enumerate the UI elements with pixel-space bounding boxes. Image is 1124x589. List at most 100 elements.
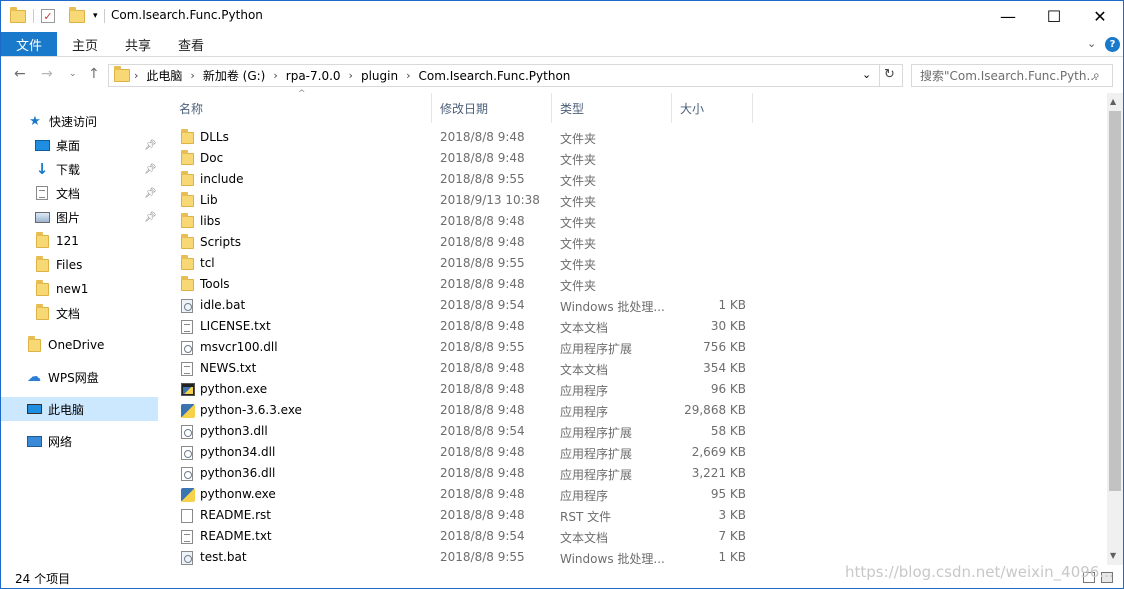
file-row[interactable]: NEWS.txt 2018/8/8 9:48 文本文档 354 KB <box>171 358 871 379</box>
tab-view[interactable]: 查看 <box>178 32 204 56</box>
file-row[interactable]: python-3.6.3.exe 2018/8/8 9:48 应用程序 29,868 … <box>171 400 871 421</box>
scroll-down-icon[interactable]: ▼ <box>1110 551 1116 560</box>
new-folder-icon[interactable] <box>69 6 85 23</box>
forward-icon[interactable]: → <box>41 66 53 82</box>
column-header-date[interactable]: 修改日期 <box>432 93 552 123</box>
file-size: 30 KB <box>710 319 746 333</box>
nav-folder-docs[interactable]: 文档 <box>34 301 80 325</box>
file-row[interactable]: libs 2018/8/8 9:48 文件夹 <box>171 211 871 232</box>
watermark: https://blog.csdn.net/weixin_4096... <box>845 563 1114 581</box>
breadcrumb-drive[interactable]: 新加卷 (G:) <box>199 67 270 84</box>
nav-folder-files[interactable]: Files <box>34 253 82 277</box>
column-header-name[interactable]: 名称 <box>171 93 432 123</box>
breadcrumb-current[interactable]: Com.Isearch.Func.Python <box>414 69 574 83</box>
recent-locations-icon[interactable]: ⌄ <box>69 69 77 79</box>
file-row[interactable]: python36.dll 2018/8/8 9:48 应用程序扩展 3,221 KB <box>171 463 871 484</box>
file-date: 2018/8/8 9:54 <box>440 529 525 543</box>
scroll-thumb[interactable] <box>1109 111 1121 491</box>
up-icon[interactable]: ↑ <box>88 66 100 82</box>
tab-share[interactable]: 共享 <box>125 32 151 56</box>
nav-quick-access[interactable]: ★ 快速访问 <box>27 109 97 133</box>
search-input[interactable]: 搜索"Com.Isearch.Func.Pyth... ⌕ <box>911 64 1113 87</box>
column-header-type[interactable]: 类型 <box>552 93 672 123</box>
nav-desktop[interactable]: 桌面 📌︎ <box>34 133 163 157</box>
file-size: 96 KB <box>710 382 746 396</box>
breadcrumb-this-pc[interactable]: 此电脑 <box>142 67 186 84</box>
file-row[interactable]: python34.dll 2018/8/8 9:48 应用程序扩展 2,669 KB <box>171 442 871 463</box>
navigation-pane: ★ 快速访问 桌面 📌︎ ↓ 下载 📌︎ 文档 📌︎ 图片 📌︎ 121 Fil… <box>1 93 163 565</box>
address-bar[interactable]: › 此电脑 › 新加卷 (G:) › rpa-7.0.0 › plugin › … <box>108 64 903 87</box>
text-file-icon <box>181 362 195 376</box>
chevron-right-icon[interactable]: › <box>269 69 281 82</box>
nav-label: 文档 <box>56 186 81 201</box>
breadcrumb-rpa[interactable]: rpa-7.0.0 <box>282 69 345 83</box>
pin-icon[interactable]: 📌︎ <box>144 188 157 199</box>
file-date: 2018/8/8 9:48 <box>440 466 525 480</box>
help-icon[interactable]: ? <box>1105 37 1120 52</box>
file-row[interactable]: msvcr100.dll 2018/8/8 9:55 应用程序扩展 756 KB <box>171 337 871 358</box>
file-row[interactable]: python.exe 2018/8/8 9:48 应用程序 96 KB <box>171 379 871 400</box>
nav-folder-new1[interactable]: new1 <box>34 277 88 301</box>
file-name: test.bat <box>200 550 247 564</box>
file-type: 文件夹 <box>560 279 597 293</box>
breadcrumb-plugin[interactable]: plugin <box>357 69 402 83</box>
file-row[interactable]: test.bat 2018/8/8 9:55 Windows 批处理... 1 KB <box>171 547 871 568</box>
minimize-button[interactable]: — <box>985 1 1031 31</box>
file-row[interactable]: DLLs 2018/8/8 9:48 文件夹 <box>171 127 871 148</box>
pin-icon[interactable]: 📌︎ <box>144 164 157 175</box>
chevron-right-icon[interactable]: › <box>345 69 357 82</box>
file-name: pythonw.exe <box>200 487 276 501</box>
nav-documents[interactable]: 文档 📌︎ <box>34 181 163 205</box>
file-row[interactable]: LICENSE.txt 2018/8/8 9:48 文本文档 30 KB <box>171 316 871 337</box>
vertical-scrollbar[interactable]: ▲ ▼ <box>1107 93 1123 565</box>
file-row[interactable]: Scripts 2018/8/8 9:48 文件夹 <box>171 232 871 253</box>
file-type: 文件夹 <box>560 195 597 209</box>
scroll-up-icon[interactable]: ▲ <box>1110 97 1116 106</box>
file-date: 2018/8/8 9:48 <box>440 130 525 144</box>
address-dropdown-icon[interactable]: ⌄ <box>862 68 871 81</box>
nav-onedrive[interactable]: OneDrive <box>26 333 104 357</box>
expand-ribbon-icon[interactable]: ⌄ <box>1087 37 1096 50</box>
file-date: 2018/8/8 9:55 <box>440 172 525 186</box>
tab-home[interactable]: 主页 <box>72 32 98 56</box>
chevron-right-icon[interactable]: › <box>130 69 142 82</box>
file-row[interactable]: README.txt 2018/8/8 9:54 文本文档 7 KB <box>171 526 871 547</box>
pin-icon[interactable]: 📌︎ <box>144 212 157 223</box>
tab-file[interactable]: 文件 <box>1 32 57 56</box>
nav-wps[interactable]: ☁ WPS网盘 <box>26 365 99 389</box>
file-row[interactable]: pythonw.exe 2018/8/8 9:48 应用程序 95 KB <box>171 484 871 505</box>
close-button[interactable]: ✕ <box>1077 1 1123 31</box>
nav-network[interactable]: 网络 <box>26 429 72 453</box>
chevron-right-icon[interactable]: › <box>402 69 414 82</box>
ribbon-tabs: 文件 主页 共享 查看 ⌄ ? <box>1 32 1123 57</box>
search-icon[interactable]: ⌕ <box>1093 68 1100 83</box>
file-row[interactable]: README.rst 2018/8/8 9:48 RST 文件 3 KB <box>171 505 871 526</box>
file-row[interactable]: idle.bat 2018/8/8 9:54 Windows 批处理... 1 KB <box>171 295 871 316</box>
file-row[interactable]: python3.dll 2018/8/8 9:54 应用程序扩展 58 KB <box>171 421 871 442</box>
customize-dropdown-icon[interactable]: ▾ <box>93 11 98 21</box>
file-date: 2018/8/8 9:48 <box>440 403 525 417</box>
properties-icon[interactable]: ✓ <box>41 9 55 23</box>
chevron-right-icon[interactable]: › <box>186 69 198 82</box>
nav-this-pc[interactable]: 此电脑 <box>1 397 158 421</box>
file-name: README.rst <box>200 508 272 522</box>
file-row[interactable]: include 2018/8/8 9:55 文件夹 <box>171 169 871 190</box>
pin-icon[interactable]: 📌︎ <box>144 140 157 151</box>
file-row[interactable]: Doc 2018/8/8 9:48 文件夹 <box>171 148 871 169</box>
file-date: 2018/8/8 9:48 <box>440 382 525 396</box>
folder-icon <box>34 255 50 272</box>
refresh-icon[interactable]: ↻ <box>884 67 895 82</box>
file-row[interactable]: Lib 2018/9/13 10:38 文件夹 <box>171 190 871 211</box>
file-type: 应用程序扩展 <box>560 468 633 482</box>
dll-file-icon <box>181 467 195 481</box>
nav-label: 网络 <box>48 434 73 449</box>
file-row[interactable]: tcl 2018/8/8 9:55 文件夹 <box>171 253 871 274</box>
back-icon[interactable]: ← <box>14 66 26 82</box>
nav-pictures[interactable]: 图片 📌︎ <box>34 205 163 229</box>
file-row[interactable]: Tools 2018/8/8 9:48 文件夹 <box>171 274 871 295</box>
nav-downloads[interactable]: ↓ 下载 📌︎ <box>34 157 163 181</box>
file-size: 58 KB <box>710 424 746 438</box>
column-header-size[interactable]: 大小 <box>672 93 753 123</box>
maximize-button[interactable]: ☐ <box>1031 1 1077 31</box>
nav-folder-121[interactable]: 121 <box>34 229 79 253</box>
